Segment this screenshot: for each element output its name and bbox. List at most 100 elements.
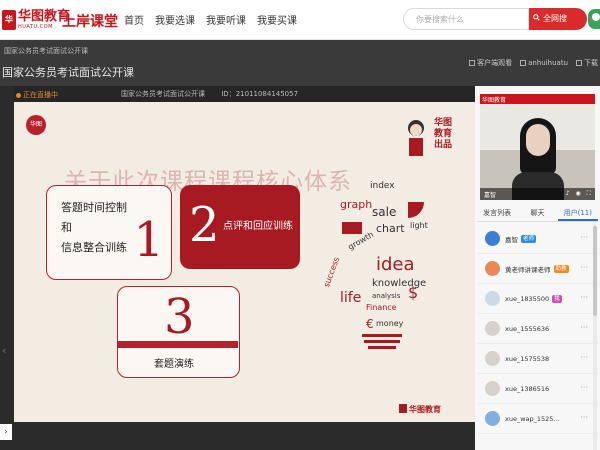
- video-username: 嘉智: [484, 192, 497, 199]
- user-row[interactable]: 黄老师讲课老师 助教 ···: [477, 254, 598, 284]
- room-info: 国家公务员考试面试公开课 ID：21011084145057: [121, 89, 312, 99]
- account-button[interactable]: anhuihuatu: [520, 58, 568, 68]
- download-button[interactable]: 下载: [576, 58, 598, 68]
- user-role-badge: 我: [552, 294, 562, 303]
- svg-text:$: $: [408, 283, 418, 302]
- topic-label-1: 答题时间控制 和 信息整合训练: [61, 201, 127, 254]
- user-row[interactable]: xue_wap_1525... ···: [477, 404, 598, 434]
- more-options-icon[interactable]: ···: [580, 413, 588, 422]
- slide-logo-badge: 华图: [26, 115, 46, 135]
- user-avatar[interactable]: [588, 9, 600, 29]
- svg-text:€: €: [366, 317, 374, 331]
- player-controls: [14, 422, 475, 450]
- user-avatar-icon: [485, 381, 500, 396]
- bulb-word: chart: [376, 222, 405, 235]
- bulb-word: success: [322, 256, 341, 288]
- lecture-slide: 华图 关于此次课程课程核心体系 答题时间控制 和 信息整合训练 1 2 点评和回…: [14, 102, 475, 422]
- user-role-badge: 助教: [553, 264, 569, 273]
- bulb-pie-shape: [408, 202, 424, 218]
- topic-card-3: 3 套题演练: [117, 286, 240, 378]
- user-name: xue_wap_1525...: [505, 414, 560, 423]
- volume-icon[interactable]: ♪: [566, 190, 570, 197]
- user-name: 黄老师讲课老师: [505, 265, 551, 274]
- search-button[interactable]: 全网搜: [529, 8, 587, 30]
- user-avatar-icon: [485, 411, 500, 426]
- more-options-icon[interactable]: ···: [580, 263, 588, 272]
- logo-icon: 华: [2, 10, 16, 30]
- user-name: xue_1575538: [505, 354, 550, 363]
- user-avatar-icon: [485, 321, 500, 336]
- user-avatar-icon: [485, 261, 500, 276]
- user-name: xue_1835500: [505, 294, 550, 303]
- bulb-word: light: [410, 221, 428, 230]
- more-options-icon[interactable]: ···: [580, 353, 588, 362]
- user-row[interactable]: xue_1835500 我 ···: [477, 284, 598, 314]
- fullscreen-icon[interactable]: ⛶: [587, 190, 591, 198]
- huatu-logo[interactable]: 华 华图教育 HUATU.COM: [2, 7, 70, 33]
- topic-number-3: 3: [164, 289, 195, 345]
- room-id: ID：21011084145057: [221, 90, 299, 98]
- monitor-icon: [469, 60, 476, 66]
- more-options-icon[interactable]: ···: [580, 293, 588, 302]
- topic-label-2: 点评和回应训练: [223, 221, 293, 232]
- user-name: xue_1555636: [505, 324, 550, 333]
- bulb-word: analysis: [372, 292, 401, 300]
- tab-speaker-list[interactable]: 发言列表: [477, 206, 517, 221]
- user-row[interactable]: 嘉智 老师 ···: [477, 224, 598, 254]
- nav-buy-course[interactable]: 我要买课: [257, 12, 297, 27]
- user-avatar-icon: [485, 291, 500, 306]
- tab-users[interactable]: 用户(11): [557, 206, 598, 221]
- camera-icon[interactable]: ◉: [576, 190, 581, 197]
- brand-subtitle[interactable]: 上岸课堂: [62, 11, 118, 31]
- topic-divider: [118, 341, 238, 348]
- video-brand-logo: 华图教育: [482, 97, 507, 104]
- search-icon: [533, 14, 540, 21]
- room-name: 国家公务员考试面试公开课: [121, 90, 205, 98]
- teacher-face: [526, 124, 550, 156]
- video-controls: 嘉智 ⛶ ◉ ♪: [480, 188, 595, 200]
- nav-home[interactable]: 首页: [124, 12, 144, 27]
- client-watch-button[interactable]: 客户端观看: [469, 58, 512, 68]
- user-row[interactable]: xue_1386516 ···: [477, 374, 598, 404]
- user-avatar-icon: [485, 231, 500, 246]
- more-options-icon[interactable]: ···: [580, 383, 588, 392]
- teacher-video[interactable]: 华图教育 嘉智 ⛶ ◉ ♪: [480, 94, 595, 200]
- user-name: xue_1386516: [505, 384, 550, 393]
- course-actions: 客户端观看 anhuihuatu 下载: [461, 58, 598, 68]
- user-row[interactable]: xue_1575538 ···: [477, 344, 598, 374]
- bulb-word: money: [376, 319, 404, 328]
- breadcrumb[interactable]: 国家公务员考试面试公开课: [4, 46, 88, 56]
- scrollbar-thumb[interactable]: [593, 226, 597, 316]
- tab-chat[interactable]: 聊天: [517, 206, 557, 221]
- search-button-label: 全网搜: [543, 14, 567, 23]
- user-avatar-icon: [485, 351, 500, 366]
- app-window: 华 华图教育 HUATU.COM 上岸课堂 首页 我要选课 我要听课 我要买课 …: [0, 0, 600, 450]
- bulb-word: idea: [376, 254, 415, 275]
- bulb-word: index: [370, 181, 395, 191]
- topic-label-3: 套题演练: [154, 359, 194, 370]
- nav-attend-course[interactable]: 我要听课: [206, 12, 246, 27]
- more-options-icon[interactable]: ···: [580, 323, 588, 332]
- slide-footer-logo: 华图教育: [399, 404, 441, 415]
- panel-tabs: 发言列表 聊天 用户(11): [477, 206, 598, 222]
- prev-arrow-icon[interactable]: ‹: [2, 344, 6, 357]
- video-brand-bar: 华图教育: [480, 94, 595, 104]
- nav-choose-course[interactable]: 我要选课: [155, 12, 195, 27]
- download-icon: [576, 60, 582, 66]
- topic-card-1: 答题时间控制 和 信息整合训练 1: [46, 185, 172, 280]
- search-input[interactable]: 你要搜索什么: [403, 8, 529, 30]
- topic-card-2: 2 点评和回应训练: [180, 185, 300, 269]
- user-list: 嘉智 老师 ··· 黄老师讲课老师 助教 ··· xue_1835500 我 ··· xue_15…: [477, 224, 598, 450]
- course-title: 国家公务员考试面试公开课: [2, 66, 134, 79]
- lightbulb-wordcloud-icon: index graph sale chart light idea knowle…: [322, 181, 428, 349]
- bulb-chart-shape: [342, 222, 362, 234]
- user-name: 嘉智: [505, 235, 518, 244]
- bulb-word: life: [340, 290, 361, 306]
- topic-number-1: 1: [133, 212, 164, 268]
- more-options-icon[interactable]: ···: [580, 233, 588, 242]
- bulb-word: sale: [372, 205, 396, 219]
- play-icon[interactable]: ›: [0, 424, 12, 440]
- topic-number-2: 2: [189, 197, 220, 253]
- user-row[interactable]: xue_1555636 ···: [477, 314, 598, 344]
- main-nav: 首页 我要选课 我要听课 我要买课: [124, 12, 308, 27]
